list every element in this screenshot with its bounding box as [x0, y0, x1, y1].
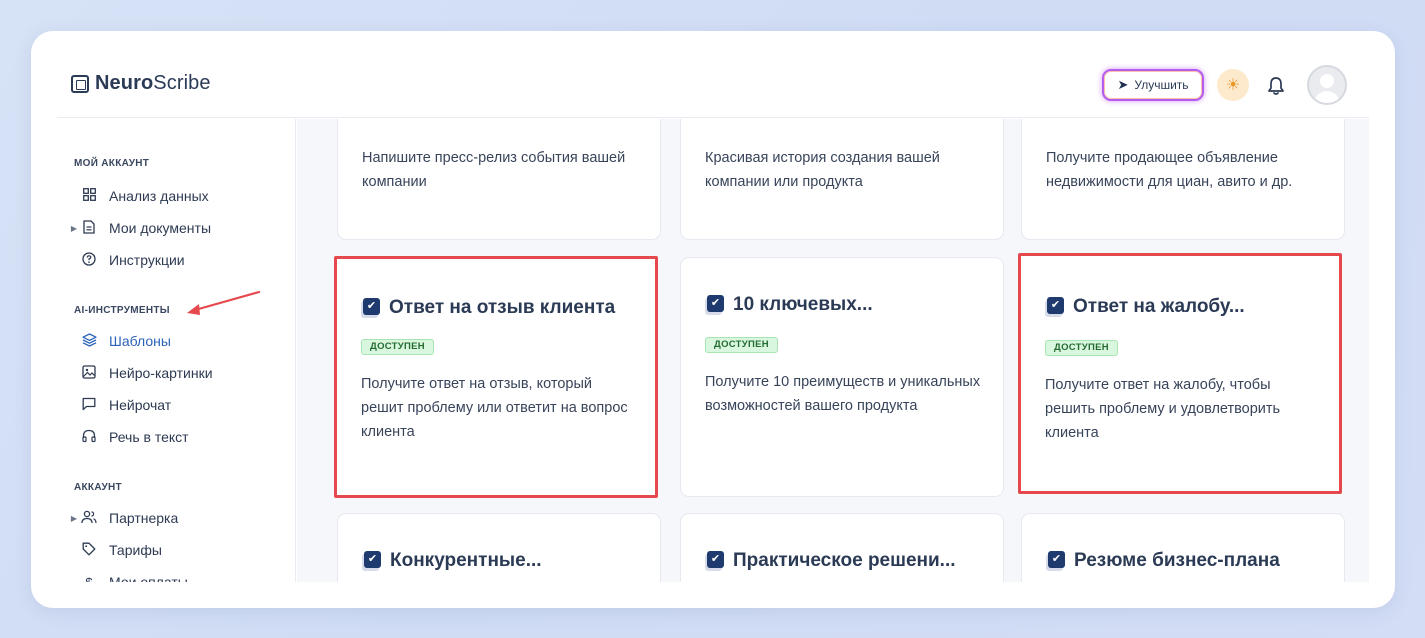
- notifications-button[interactable]: [1264, 73, 1288, 99]
- tag-icon: [81, 542, 97, 559]
- template-card[interactable]: ✔ Конкурентные...: [337, 513, 661, 582]
- sidebar-item-templates[interactable]: Шаблоны: [67, 328, 171, 354]
- upgrade-label: Улучшить: [1134, 78, 1189, 92]
- sidebar-item-label: Нейрочат: [109, 397, 172, 413]
- logo-icon: [71, 74, 89, 93]
- upgrade-button[interactable]: ➤ Улучшить: [1102, 69, 1204, 101]
- card-title: ✔ Конкурентные...: [362, 550, 542, 572]
- sidebar-item-label: Инструкции: [109, 252, 185, 268]
- template-card[interactable]: Красивая история создания вашей компании…: [680, 119, 1004, 240]
- theme-toggle-button[interactable]: ☀: [1217, 69, 1249, 101]
- sidebar-item-label: Шаблоны: [109, 333, 171, 349]
- sidebar-item-label: Нейро-картинки: [109, 365, 213, 381]
- template-card[interactable]: ✔ Практическое решени...: [680, 513, 1004, 582]
- template-card-customer-review-reply[interactable]: ✔ Ответ на отзыв клиента ДОСТУПЕН Получи…: [334, 256, 658, 498]
- card-title: ✔ Резюме бизнес-плана: [1046, 550, 1280, 572]
- rocket-icon: ➤: [1117, 77, 1129, 92]
- checkbox-icon: ✔: [361, 298, 381, 318]
- document-icon: [81, 219, 97, 237]
- template-card[interactable]: Напишите пресс-релиз события вашей компа…: [337, 119, 661, 240]
- checkbox-icon: ✔: [362, 551, 382, 571]
- sidebar-item-neuro-images[interactable]: Нейро-картинки: [67, 360, 213, 386]
- card-description: Получите ответ на отзыв, который решит п…: [361, 376, 628, 440]
- template-card-complaint-reply[interactable]: ✔ Ответ на жалобу... ДОСТУПЕН Получите о…: [1018, 253, 1342, 494]
- sidebar-item-label: Речь в текст: [109, 429, 189, 445]
- checkbox-icon: ✔: [1046, 551, 1066, 571]
- sidebar-item-my-documents[interactable]: ▶ Мои документы: [67, 215, 211, 241]
- logo[interactable]: NeuroScribe: [71, 72, 211, 95]
- checkbox-icon: ✔: [705, 295, 725, 315]
- template-card[interactable]: Получите продающее объявление недвижимос…: [1021, 119, 1345, 240]
- section-title-my-account: МОЙ АККАУНТ: [74, 158, 150, 169]
- annotation-arrow: [187, 290, 261, 315]
- top-bar: NeuroScribe ➤ Улучшить ☀: [57, 31, 1369, 118]
- status-badge: ДОСТУПЕН: [361, 339, 434, 355]
- sidebar-item-label: Мои оплаты: [109, 574, 188, 582]
- template-card-10-key[interactable]: ✔ 10 ключевых... ДОСТУПЕН Получите 10 пр…: [680, 257, 1004, 497]
- card-title: ✔ 10 ключевых...: [705, 294, 873, 316]
- sidebar-item-instructions[interactable]: Инструкции: [67, 247, 185, 273]
- template-card[interactable]: ✔ Резюме бизнес-плана: [1021, 513, 1345, 582]
- users-icon: [81, 510, 97, 527]
- image-icon: [81, 364, 97, 382]
- sidebar-item-partners[interactable]: ▶ Партнерка: [67, 505, 178, 531]
- sidebar-item-label: Анализ данных: [109, 188, 209, 204]
- card-description: Напишите пресс-релиз события вашей компа…: [362, 150, 626, 190]
- dollar-icon: $: [85, 574, 93, 583]
- sidebar-item-my-payments[interactable]: $ Мои оплаты: [67, 569, 188, 583]
- card-description: Получите продающее объявление недвижимос…: [1046, 150, 1293, 190]
- bell-icon: [1268, 77, 1284, 95]
- checkbox-icon: ✔: [1045, 297, 1065, 317]
- section-title-account: АККАУНТ: [74, 482, 122, 493]
- sidebar-item-label: Мои документы: [109, 220, 212, 236]
- chat-icon: [81, 397, 97, 414]
- card-description: Получите ответ на жалобу, чтобы решить п…: [1045, 377, 1281, 441]
- grid-icon: [81, 188, 97, 204]
- headphones-icon: [81, 429, 97, 446]
- card-title: ✔ Ответ на жалобу...: [1045, 296, 1245, 318]
- status-badge: ДОСТУПЕН: [1045, 340, 1118, 356]
- sun-icon: ☀: [1225, 77, 1241, 94]
- card-description: Красивая история создания вашей компании…: [705, 150, 940, 190]
- user-avatar[interactable]: [1307, 65, 1347, 105]
- caret-right-icon[interactable]: ▶: [67, 514, 81, 523]
- card-description: Получите 10 преимуществ и уникальных воз…: [705, 374, 981, 414]
- sidebar-item-neurochat[interactable]: Нейрочат: [67, 392, 171, 418]
- sidebar-item-data-analysis[interactable]: Анализ данных: [67, 183, 209, 209]
- templates-grid: Напишите пресс-релиз события вашей компа…: [297, 119, 1369, 582]
- layers-icon: [81, 332, 97, 350]
- status-badge: ДОСТУПЕН: [705, 337, 778, 353]
- checkbox-icon: ✔: [705, 551, 725, 571]
- sidebar-item-label: Партнерка: [109, 510, 179, 526]
- card-title: ✔ Ответ на отзыв клиента: [361, 297, 615, 319]
- caret-right-icon[interactable]: ▶: [67, 224, 81, 233]
- sidebar: МОЙ АККАУНТ Анализ данных ▶ Мои документ…: [57, 119, 296, 582]
- logo-text: NeuroScribe: [95, 72, 211, 94]
- sidebar-item-tariffs[interactable]: Тарифы: [67, 537, 162, 563]
- card-title: ✔ Практическое решени...: [705, 550, 956, 572]
- help-circle-icon: [81, 251, 97, 269]
- sidebar-item-label: Тарифы: [109, 542, 162, 558]
- sidebar-item-speech-to-text[interactable]: Речь в текст: [67, 424, 189, 450]
